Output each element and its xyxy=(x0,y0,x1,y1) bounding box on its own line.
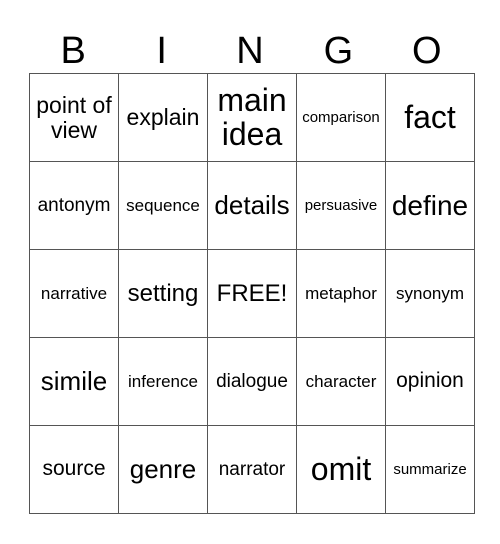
grid-row: point of view explain main idea comparis… xyxy=(29,73,475,162)
bingo-header: B I N G O xyxy=(29,30,471,72)
bingo-cell[interactable]: fact xyxy=(385,73,475,162)
bingo-cell[interactable]: explain xyxy=(118,73,208,162)
bingo-cell[interactable]: summarize xyxy=(385,425,475,514)
bingo-cell[interactable]: synonym xyxy=(385,249,475,338)
bingo-cell[interactable]: persuasive xyxy=(296,161,386,250)
bingo-grid: point of view explain main idea comparis… xyxy=(29,73,475,514)
bingo-cell[interactable]: narrative xyxy=(29,249,119,338)
bingo-cell[interactable]: sequence xyxy=(118,161,208,250)
header-letter-i: I xyxy=(156,30,167,72)
bingo-cell[interactable]: antonym xyxy=(29,161,119,250)
header-letter-n: N xyxy=(236,30,264,72)
bingo-cell[interactable]: narrator xyxy=(207,425,297,514)
grid-row: simile inference dialogue character opin… xyxy=(29,337,475,426)
bingo-cell[interactable]: details xyxy=(207,161,297,250)
bingo-cell[interactable]: opinion xyxy=(385,337,475,426)
bingo-cell[interactable]: simile xyxy=(29,337,119,426)
grid-row: antonym sequence details persuasive defi… xyxy=(29,161,475,250)
bingo-cell[interactable]: metaphor xyxy=(296,249,386,338)
grid-row: narrative setting FREE! metaphor synonym xyxy=(29,249,475,338)
bingo-cell[interactable]: comparison xyxy=(296,73,386,162)
bingo-cell[interactable]: dialogue xyxy=(207,337,297,426)
header-letter-b: B xyxy=(60,30,86,72)
bingo-cell[interactable]: main idea xyxy=(207,73,297,162)
bingo-cell[interactable]: point of view xyxy=(29,73,119,162)
bingo-cell[interactable]: character xyxy=(296,337,386,426)
bingo-cell[interactable]: genre xyxy=(118,425,208,514)
bingo-cell[interactable]: setting xyxy=(118,249,208,338)
grid-row: source genre narrator omit summarize xyxy=(29,425,475,514)
bingo-cell[interactable]: inference xyxy=(118,337,208,426)
header-letter-o: O xyxy=(412,30,442,72)
bingo-cell[interactable]: source xyxy=(29,425,119,514)
header-letter-g: G xyxy=(323,30,354,72)
free-space-cell[interactable]: FREE! xyxy=(207,249,297,338)
bingo-cell[interactable]: define xyxy=(385,161,475,250)
bingo-cell[interactable]: omit xyxy=(296,425,386,514)
